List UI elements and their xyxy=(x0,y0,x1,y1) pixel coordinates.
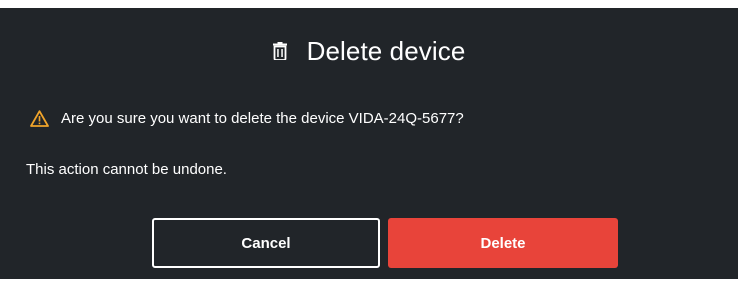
irreversible-note: This action cannot be undone. xyxy=(26,161,227,178)
dialog-title: Delete device xyxy=(306,35,466,66)
confirmation-message: Are you sure you want to delete the devi… xyxy=(30,106,464,130)
warning-triangle-icon xyxy=(30,109,49,127)
dialog-header: Delete device xyxy=(0,31,738,71)
cancel-button[interactable]: Cancel xyxy=(152,218,380,268)
delete-device-dialog: Delete device Are you sure you want to d… xyxy=(0,8,738,279)
confirmation-question: Are you sure you want to delete the devi… xyxy=(61,109,464,127)
delete-button[interactable]: Delete xyxy=(388,218,618,268)
trash-icon xyxy=(272,42,287,61)
